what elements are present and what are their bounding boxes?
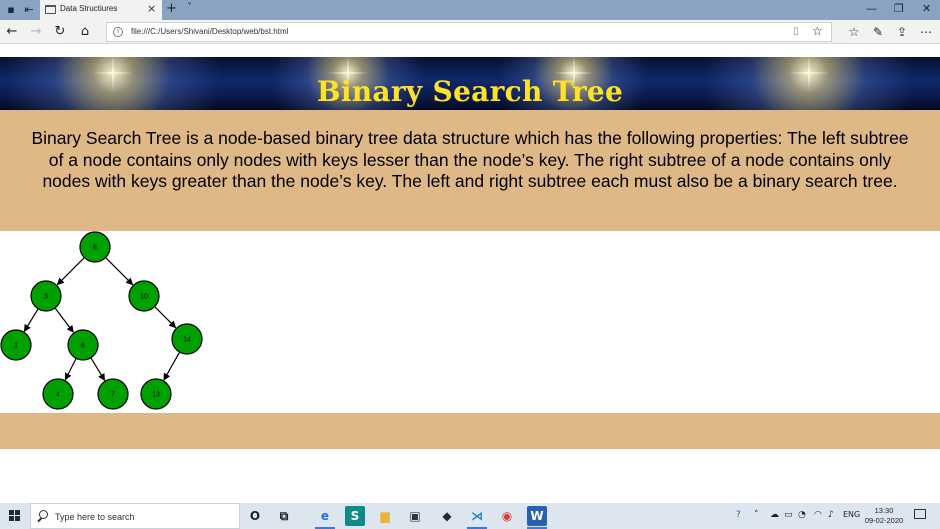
tree-node-7: 7 — [97, 378, 129, 410]
light-flare — [554, 72, 594, 74]
tree-node-label: 8 — [93, 245, 97, 252]
header-banner: Binary Search Tree — [0, 55, 940, 110]
cortana-icon[interactable]: O — [245, 506, 265, 526]
tab-actions-icon[interactable]: ▪ — [4, 3, 18, 17]
notes-pen-icon[interactable]: ✎ — [870, 23, 886, 41]
tree-node-label: 7 — [111, 392, 115, 399]
taskbar-search-box[interactable]: Type here to search — [30, 503, 240, 529]
reading-view-icon[interactable]: ▯ — [793, 26, 799, 37]
tray-chevron-icon[interactable]: ˄ — [754, 510, 759, 520]
sway-icon[interactable]: S — [345, 506, 365, 526]
tree-edge-10-14 — [154, 306, 177, 329]
vscode-icon[interactable]: ⋊ — [467, 506, 487, 529]
tree-edge-8-3 — [56, 257, 85, 286]
tree-node-label: 1 — [14, 343, 18, 350]
description-section: Binary Search Tree is a node-based binar… — [0, 110, 940, 231]
store-icon[interactable]: ▣ — [405, 506, 425, 526]
search-placeholder: Type here to search — [55, 512, 135, 522]
tab-title: Data Structiures — [60, 4, 118, 13]
site-info-icon[interactable]: i — [113, 27, 123, 37]
clock[interactable]: 13:30 09-02-2020 — [858, 506, 910, 526]
taskbar: Type here to search O ⧉ e S ▆ ▣ ◆ ⋊ ◉ W ? ˄ ☁ ▭ ◔… — [0, 503, 940, 529]
favorites-icon[interactable]: ☆ — [846, 23, 862, 41]
page-title: Binary Search Tree — [316, 75, 624, 108]
navigation-bar: ← → ↻ ⌂ i file:///C:/Users/Shivani/Deskt… — [0, 20, 940, 44]
tree-node-8: 8 — [79, 231, 111, 263]
tree-node-3: 3 — [30, 280, 62, 312]
tree-edge-6-7 — [90, 357, 106, 381]
url-text[interactable]: file:///C:/Users/Shivani/Desktop/web/bst… — [131, 27, 288, 36]
tree-edge-3-1 — [23, 308, 39, 332]
light-flare — [93, 72, 133, 74]
help-icon[interactable]: ? — [736, 510, 741, 520]
home-icon[interactable]: ⌂ — [77, 24, 93, 40]
onedrive-icon[interactable]: ☁ — [770, 510, 779, 520]
tree-node-label: 4 — [56, 392, 60, 399]
tree-node-14: 14 — [171, 323, 203, 355]
tree-node-1: 1 — [0, 329, 32, 361]
tab-close-icon[interactable]: × — [147, 2, 156, 15]
back-icon[interactable]: ← — [4, 24, 20, 40]
tree-node-13: 13 — [140, 378, 172, 410]
address-bar[interactable]: i file:///C:/Users/Shivani/Desktop/web/b… — [106, 22, 832, 42]
page-viewport: Binary Search Tree Binary Search Tree is… — [0, 45, 940, 503]
tree-node-label: 6 — [81, 343, 85, 350]
chrome-icon[interactable]: ◉ — [497, 506, 517, 526]
edge-icon[interactable]: e — [315, 506, 335, 529]
tree-diagram-area: 8 3 10 1 6 14 4 7 13 — [0, 231, 940, 413]
tree-node-4: 4 — [42, 378, 74, 410]
battery-icon[interactable]: ▭ — [784, 510, 793, 520]
tree-node-label: 13 — [152, 392, 160, 399]
network-icon[interactable]: ◔ — [798, 510, 806, 520]
share-icon[interactable]: ⇪ — [894, 23, 910, 41]
footer-band — [0, 413, 940, 449]
volume-icon[interactable]: ♪ — [828, 510, 834, 520]
clock-date: 09-02-2020 — [864, 516, 904, 525]
close-window-icon[interactable]: ✕ — [922, 2, 931, 15]
clock-time: 13:30 — [874, 506, 894, 515]
tree-node-label: 10 — [140, 294, 148, 301]
more-icon[interactable]: ⋯ — [918, 23, 934, 41]
start-button[interactable] — [0, 503, 30, 529]
restore-icon[interactable]: ❐ — [894, 2, 904, 15]
light-flare — [328, 72, 368, 74]
light-flare — [789, 72, 829, 74]
word-icon[interactable]: W — [527, 506, 547, 529]
minimize-icon[interactable]: — — [866, 2, 877, 15]
tab-bar: ▪ ⇤ Data Structiures × + ˅ — ❐ ✕ — [0, 0, 940, 20]
tree-node-6: 6 — [67, 329, 99, 361]
notification-icon[interactable] — [914, 509, 926, 519]
tree-edge-14-13 — [163, 351, 181, 381]
set-aside-tabs-icon[interactable]: ⇤ — [22, 3, 36, 17]
new-tab-icon[interactable]: + — [166, 1, 177, 16]
wifi-icon[interactable]: ◠ — [814, 510, 822, 520]
tree-node-10: 10 — [128, 280, 160, 312]
favorite-star-icon[interactable]: ☆ — [812, 24, 823, 38]
page-favicon-icon — [45, 5, 56, 14]
tree-node-label: 14 — [183, 337, 191, 344]
tree-edge-8-10 — [105, 257, 134, 286]
description-text: Binary Search Tree is a node-based binar… — [31, 128, 909, 191]
tab-list-chevron-icon[interactable]: ˅ — [187, 2, 192, 13]
tab-active[interactable]: Data Structiures × — [40, 0, 162, 20]
tree-edge-3-6 — [54, 307, 74, 333]
forward-icon[interactable]: → — [28, 24, 44, 40]
tree-edge-6-4 — [64, 358, 77, 381]
refresh-icon[interactable]: ↻ — [52, 24, 68, 40]
task-view-icon[interactable]: ⧉ — [274, 506, 294, 526]
windows-logo-icon — [9, 510, 21, 522]
tree-node-label: 3 — [44, 294, 48, 301]
file-explorer-icon[interactable]: ▆ — [375, 506, 395, 526]
bst-diagram: 8 3 10 1 6 14 4 7 13 — [0, 231, 203, 410]
dropbox-icon[interactable]: ◆ — [437, 506, 457, 526]
